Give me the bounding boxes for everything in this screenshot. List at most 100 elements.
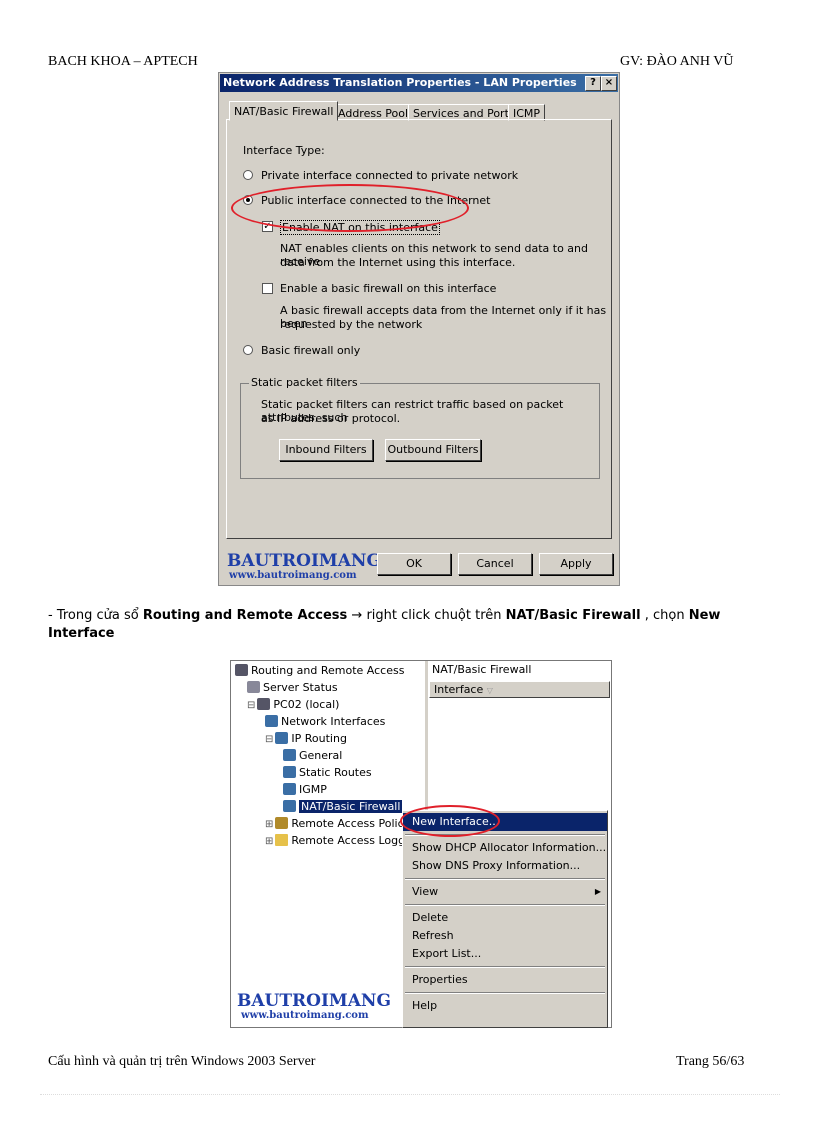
tree-node[interactable]: Network Interfaces (235, 713, 407, 730)
server-computer-icon (235, 664, 248, 676)
network-icon (283, 783, 296, 795)
tree-node-label: Static Routes (299, 766, 372, 779)
server-computer-icon (257, 698, 271, 710)
logo-name: BAUTROIMANG (227, 551, 381, 571)
menu-separator (405, 904, 605, 906)
sort-arrow-icon: ▽ (486, 686, 493, 695)
tree-node-label: IP Routing (291, 732, 347, 745)
tree-node-label: PC02 (local) (273, 698, 340, 711)
folder-icon (275, 834, 289, 846)
network-icon (283, 749, 296, 761)
radio-basic-firewall-only-label: Basic firewall only (261, 344, 361, 357)
interface-type-label: Interface Type: (243, 144, 325, 157)
menu-show-dns[interactable]: Show DNS Proxy Information... (403, 857, 607, 875)
tab-nat-basic-firewall[interactable]: NAT/Basic Firewall (229, 101, 339, 121)
radio-basic-firewall-only[interactable] (243, 345, 253, 355)
logo-name-2: BAUTROIMANG (237, 991, 391, 1011)
network-icon (283, 766, 296, 778)
tree-node-label: Routing and Remote Access (251, 664, 405, 677)
menu-delete-label: Delete (412, 911, 449, 924)
menu-separator (405, 966, 605, 968)
static-filters-title: Static packet filters (249, 376, 360, 389)
checkbox-basic-firewall[interactable] (262, 283, 273, 294)
menu-view-label: View (412, 885, 439, 898)
dialog-title: Network Address Translation Properties -… (220, 74, 618, 92)
logo-url: www.bautroimang.com (229, 570, 357, 581)
collapse-icon[interactable]: ⊟ (247, 700, 255, 711)
tree-node-label: General (299, 749, 343, 762)
instruction-new: New (688, 608, 721, 623)
tree-node[interactable]: ⊞ Remote Access Polici (235, 815, 407, 832)
tree-node[interactable]: NAT/Basic Firewall (235, 798, 407, 815)
menu-separator (405, 878, 605, 880)
instruction-interface: Interface (48, 626, 115, 641)
tree-node[interactable]: ⊟ IP Routing (235, 730, 407, 747)
menu-export-list-label: Export List... (412, 947, 482, 960)
tree-node[interactable]: IGMP (235, 781, 407, 798)
interface-column-header[interactable]: Interface ▽ (429, 681, 610, 698)
menu-show-dns-label: Show DNS Proxy Information... (412, 859, 581, 872)
tree-node[interactable]: ⊟ PC02 (local) (235, 696, 407, 713)
menu-refresh-label: Refresh (412, 929, 454, 942)
tree-node[interactable]: General (235, 747, 407, 764)
highlight-ellipse-2 (400, 805, 500, 837)
footer-dotted-line (40, 1094, 780, 1095)
menu-separator (405, 992, 605, 994)
firewall-description-line2: requested by the network (280, 318, 423, 331)
radio-private[interactable] (243, 170, 253, 180)
tree-node[interactable]: Server Status (235, 679, 407, 696)
logo-bautroimang: BAUTROIMANG (227, 551, 381, 571)
instruction-mid: → right click chuột trên (347, 608, 506, 623)
basic-firewall-label: Enable a basic firewall on this interfac… (280, 282, 497, 295)
menu-help[interactable]: Help (403, 997, 607, 1015)
radio-private-label: Private interface connected to private n… (261, 169, 519, 182)
tree-list: Routing and Remote Access Server Status ⊟ P… (235, 662, 407, 849)
tree-node-label: IGMP (299, 783, 327, 796)
header-right: GV: ĐÀO ANH VŨ (620, 54, 734, 69)
network-icon (275, 732, 289, 744)
nat-properties-dialog: Network Address Translation Properties -… (218, 72, 620, 586)
instruction-mid2: , chọn (640, 608, 689, 623)
policy-icon (275, 817, 289, 829)
tree-node-label: Server Status (263, 681, 338, 694)
tree-node[interactable]: ⊞ Remote Access Logg (235, 832, 407, 849)
tree-node[interactable]: Static Routes (235, 764, 407, 781)
instruction-text: - Trong cửa sổ Routing and Remote Access… (48, 607, 768, 643)
outbound-filters-button[interactable]: Outbound Filters (385, 439, 481, 461)
cancel-button[interactable]: Cancel (458, 553, 532, 575)
logo-bautroimang-2: BAUTROIMANG (237, 991, 391, 1011)
expand-icon[interactable]: ⊞ (265, 819, 273, 830)
menu-delete[interactable]: Delete (403, 909, 607, 927)
logo-url-2: www.bautroimang.com (241, 1010, 369, 1021)
expand-icon[interactable]: ⊞ (265, 836, 273, 847)
inbound-filters-button[interactable]: Inbound Filters (279, 439, 373, 461)
network-icon (265, 715, 278, 727)
menu-help-label: Help (412, 999, 438, 1012)
tree-node-label: Remote Access Logg (291, 834, 406, 847)
menu-show-dhcp[interactable]: Show DHCP Allocator Information... (403, 839, 607, 857)
nat-description-line2: data from the Internet using this interf… (280, 256, 516, 269)
menu-show-dhcp-label: Show DHCP Allocator Information... (412, 841, 607, 854)
collapse-icon[interactable]: ⊟ (265, 734, 273, 745)
close-button[interactable]: × (601, 76, 617, 91)
server-stack-icon (247, 681, 260, 693)
footer-right: Trang 56/63 (676, 1054, 745, 1069)
interface-column-label: Interface (434, 683, 484, 696)
static-description-line2: as IP address or protocol. (261, 412, 401, 425)
submenu-arrow-icon: ▶ (594, 887, 601, 896)
context-menu: New Interface... Show DHCP Allocator Inf… (402, 810, 608, 1028)
tree-node-label: Network Interfaces (281, 715, 386, 728)
instruction-routing: Routing and Remote Access (142, 608, 348, 623)
menu-view[interactable]: View ▶ (403, 883, 607, 901)
tree-node[interactable]: Routing and Remote Access (235, 662, 407, 679)
ok-button[interactable]: OK (377, 553, 451, 575)
right-pane-title: NAT/Basic Firewall (432, 663, 532, 676)
tree-node-label: Remote Access Polici (291, 817, 407, 830)
menu-properties[interactable]: Properties (403, 971, 607, 989)
menu-export-list[interactable]: Export List... (403, 945, 607, 963)
help-button[interactable]: ? (585, 76, 601, 91)
menu-refresh[interactable]: Refresh (403, 927, 607, 945)
apply-button[interactable]: Apply (539, 553, 613, 575)
highlight-ellipse (231, 184, 469, 232)
header-left: BACH KHOA – APTECH (48, 54, 198, 69)
